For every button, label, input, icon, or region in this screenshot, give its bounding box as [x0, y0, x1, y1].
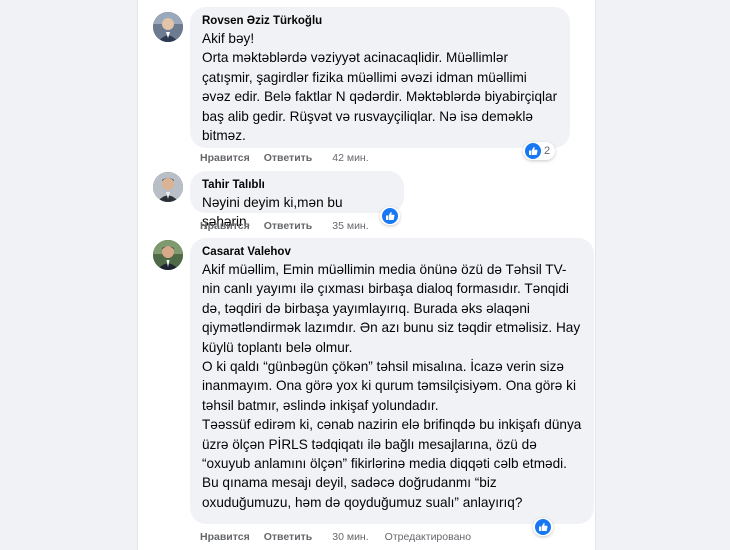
edited-label[interactable]: Отредактировано [385, 531, 471, 543]
comment-author[interactable]: Rovsen Əziz Türkoğlu [202, 14, 558, 28]
reaction-badge[interactable] [380, 207, 400, 225]
like-button[interactable]: Нравится [200, 220, 250, 232]
like-button[interactable]: Нравится [200, 152, 250, 164]
like-icon [535, 519, 551, 535]
like-button[interactable]: Нравится [200, 531, 250, 543]
comment-actions: Нравится Ответить 35 мин. [200, 220, 369, 232]
comment-actions: Нравится Ответить 30 мин. Отредактирован… [200, 531, 471, 543]
comment-timestamp[interactable]: 42 мин. [332, 152, 368, 164]
comment-timestamp[interactable]: 30 мин. [332, 531, 368, 543]
comment-author[interactable]: Casarat Valehov [202, 245, 582, 259]
comment-timestamp[interactable]: 35 мин. [332, 220, 368, 232]
reply-button[interactable]: Ответить [264, 220, 313, 232]
comment-bubble: Rovsen Əziz Türkoğlu Akif bəy! Orta məkt… [190, 7, 570, 148]
avatar[interactable] [153, 12, 183, 42]
like-icon [382, 208, 398, 224]
reaction-badge[interactable] [533, 518, 553, 536]
reaction-badge[interactable]: 2 [523, 142, 556, 160]
comment-text: Akif bəy! Orta məktəblərdə vəziyyət acin… [202, 31, 558, 144]
comment-author[interactable]: Tahir Talıblı [202, 178, 392, 192]
reaction-count: 2 [544, 145, 551, 157]
comment-bubble: Casarat Valehov Akif müəllim, Emin müəll… [190, 238, 594, 524]
reply-button[interactable]: Ответить [264, 531, 313, 543]
comment-bubble: Tahir Talıblı Nəyini deyim ki,mən bu şəh… [190, 171, 404, 229]
comment-text: Akif müəllim, Emin müəllimin media önünə… [202, 262, 582, 510]
avatar[interactable] [153, 172, 183, 202]
comments-panel: Rovsen Əziz Türkoğlu Akif bəy! Orta məkt… [137, 0, 596, 550]
reply-button[interactable]: Ответить [264, 152, 313, 164]
like-icon [525, 143, 541, 159]
comment-actions: Нравится Ответить 42 мин. [200, 152, 369, 164]
avatar[interactable] [153, 240, 183, 270]
